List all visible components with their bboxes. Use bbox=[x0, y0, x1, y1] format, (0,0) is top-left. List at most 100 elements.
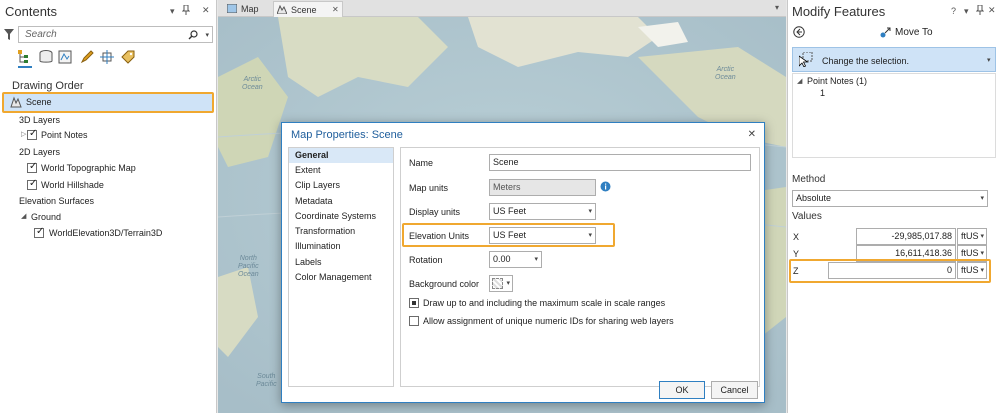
close-icon[interactable]: ✕ bbox=[202, 5, 210, 16]
collapse-icon[interactable]: ◢ bbox=[21, 212, 26, 220]
nav-labels[interactable]: Labels bbox=[289, 255, 393, 270]
display-units-select[interactable]: US Feet ▾ bbox=[489, 203, 596, 220]
search-icon[interactable] bbox=[188, 30, 198, 40]
rotation-value: 0.00 bbox=[493, 254, 511, 264]
x-unit-select[interactable]: ftUS ▾ bbox=[957, 228, 987, 245]
method-value: Absolute bbox=[796, 193, 832, 203]
values-label: Values bbox=[792, 211, 822, 222]
dialog-title: Map Properties: Scene bbox=[291, 129, 403, 141]
rotation-select[interactable]: 0.00 ▾ bbox=[489, 251, 542, 268]
filter-icon[interactable] bbox=[4, 29, 14, 40]
dialog-nav-list: General Extent Clip Layers Metadata Coor… bbox=[288, 147, 394, 387]
chevron-down-icon: ▾ bbox=[980, 233, 984, 240]
close-icon[interactable]: ✕ bbox=[988, 5, 996, 16]
nav-general[interactable]: General bbox=[289, 148, 393, 163]
search-placeholder: Search bbox=[25, 29, 57, 40]
map-units-field: Meters bbox=[489, 179, 596, 196]
x-input[interactable]: -29,985,017.88 bbox=[856, 228, 956, 245]
2d-layers-group[interactable]: 2D Layers bbox=[19, 147, 60, 157]
display-units-value: US Feet bbox=[493, 206, 527, 216]
draw-max-scale-checkbox[interactable] bbox=[409, 298, 419, 308]
no-color-swatch-icon bbox=[492, 278, 503, 289]
drawing-order-label: Drawing Order bbox=[12, 80, 84, 92]
elevation-units-highlight-box bbox=[402, 223, 615, 247]
pin-icon[interactable] bbox=[976, 5, 984, 15]
dialog-close-icon[interactable]: ✕ bbox=[748, 129, 756, 140]
unique-ids-checkbox[interactable] bbox=[409, 316, 419, 326]
pane-menu-icon[interactable]: ▾ bbox=[964, 6, 969, 17]
modify-features-pane: Modify Features ? ▾ ✕ Move To Change the… bbox=[787, 0, 999, 413]
search-input[interactable]: Search ▾ bbox=[18, 26, 213, 43]
nav-metadata[interactable]: Metadata bbox=[289, 194, 393, 209]
list-by-editing-icon[interactable] bbox=[80, 50, 94, 64]
ocean-label-south-pacific: South Pacific bbox=[256, 373, 277, 388]
ocean-label-arctic-right: Arctic Ocean bbox=[715, 66, 736, 81]
elevation-surfaces-group[interactable]: Elevation Surfaces bbox=[19, 196, 94, 206]
terrain-checkbox[interactable] bbox=[34, 226, 44, 238]
x-label: X bbox=[793, 232, 800, 242]
contents-pane: Contents ▾ ✕ Search ▾ Drawing Order Scen… bbox=[0, 0, 217, 413]
nav-illumination[interactable]: Illumination bbox=[289, 239, 393, 254]
nav-transformation[interactable]: Transformation bbox=[289, 224, 393, 239]
ground-group[interactable]: Ground bbox=[31, 212, 61, 222]
info-icon[interactable] bbox=[600, 181, 611, 192]
ocean-label-arctic-left: Arctic Ocean bbox=[242, 76, 263, 91]
background-color-picker[interactable]: ▾ bbox=[489, 275, 513, 292]
method-select[interactable]: Absolute ▾ bbox=[792, 190, 988, 207]
tab-overflow-icon[interactable]: ▾ bbox=[775, 3, 779, 12]
list-by-data-source-icon[interactable] bbox=[39, 50, 53, 64]
tab-scene-label: Scene bbox=[291, 5, 317, 15]
active-tool-underline bbox=[18, 66, 32, 68]
collapse-icon[interactable]: ◢ bbox=[797, 77, 802, 85]
world-topo-layer[interactable]: World Topographic Map bbox=[41, 163, 136, 173]
z-highlight-box bbox=[789, 259, 991, 283]
tab-scene[interactable]: Scene ✕ bbox=[273, 1, 343, 17]
tree-child-feature[interactable]: 1 bbox=[820, 88, 825, 98]
map-properties-dialog: Map Properties: Scene ✕ General Extent C… bbox=[281, 122, 765, 403]
chevron-down-icon[interactable]: ▾ bbox=[987, 56, 991, 64]
nav-color-management[interactable]: Color Management bbox=[289, 270, 393, 285]
tree-root-point-notes[interactable]: Point Notes (1) bbox=[807, 76, 867, 86]
point-notes-layer[interactable]: Point Notes bbox=[41, 130, 88, 140]
tool-name: Move To bbox=[895, 27, 933, 38]
unique-ids-label: Allow assignment of unique numeric IDs f… bbox=[423, 316, 674, 326]
name-input[interactable]: Scene bbox=[489, 154, 751, 171]
nav-coordinate-systems[interactable]: Coordinate Systems bbox=[289, 209, 393, 224]
nav-extent[interactable]: Extent bbox=[289, 163, 393, 178]
point-notes-checkbox[interactable] bbox=[27, 128, 37, 140]
back-icon[interactable] bbox=[793, 26, 805, 38]
cancel-button[interactable]: Cancel bbox=[711, 381, 758, 399]
chevron-down-icon: ▾ bbox=[588, 208, 592, 215]
list-by-selection-icon[interactable] bbox=[58, 50, 72, 64]
pane-menu-icon[interactable]: ▾ bbox=[170, 6, 175, 17]
list-by-labeling-icon[interactable] bbox=[121, 50, 135, 64]
scene-highlight-box bbox=[2, 92, 214, 113]
tab-map-label: Map bbox=[241, 4, 259, 14]
list-by-drawing-order-icon[interactable] bbox=[18, 50, 32, 64]
modify-title: Modify Features bbox=[792, 4, 886, 19]
world-hillshade-layer[interactable]: World Hillshade bbox=[41, 180, 104, 190]
search-dropdown-icon[interactable]: ▾ bbox=[205, 31, 209, 39]
list-by-snapping-icon[interactable] bbox=[100, 50, 114, 64]
chevron-down-icon: ▾ bbox=[534, 256, 538, 263]
display-units-label: Display units bbox=[409, 207, 461, 217]
view-tab-bar: Map Scene ✕ ▾ bbox=[218, 0, 786, 17]
contents-title: Contents bbox=[5, 4, 58, 19]
help-icon[interactable]: ? bbox=[951, 6, 956, 16]
y-unit-value: ftUS bbox=[961, 248, 979, 258]
pin-icon[interactable] bbox=[182, 5, 190, 15]
tab-close-icon[interactable]: ✕ bbox=[332, 5, 339, 14]
name-label: Name bbox=[409, 158, 434, 168]
world-hillshade-checkbox[interactable] bbox=[27, 178, 37, 190]
move-to-icon bbox=[879, 27, 891, 39]
rotation-label: Rotation bbox=[409, 255, 443, 265]
3d-layers-group[interactable]: 3D Layers bbox=[19, 115, 60, 125]
nav-clip-layers[interactable]: Clip Layers bbox=[289, 178, 393, 193]
change-selection-button[interactable]: Change the selection. ▾ bbox=[792, 47, 996, 72]
tab-map[interactable]: Map bbox=[224, 1, 264, 17]
terrain-layer[interactable]: WorldElevation3D/Terrain3D bbox=[49, 228, 162, 238]
dialog-general-page: Name Scene Map units Meters Display unit… bbox=[400, 147, 760, 387]
world-topo-checkbox[interactable] bbox=[27, 161, 37, 173]
expand-icon[interactable]: ▷ bbox=[21, 130, 26, 138]
ok-button[interactable]: OK bbox=[659, 381, 705, 399]
